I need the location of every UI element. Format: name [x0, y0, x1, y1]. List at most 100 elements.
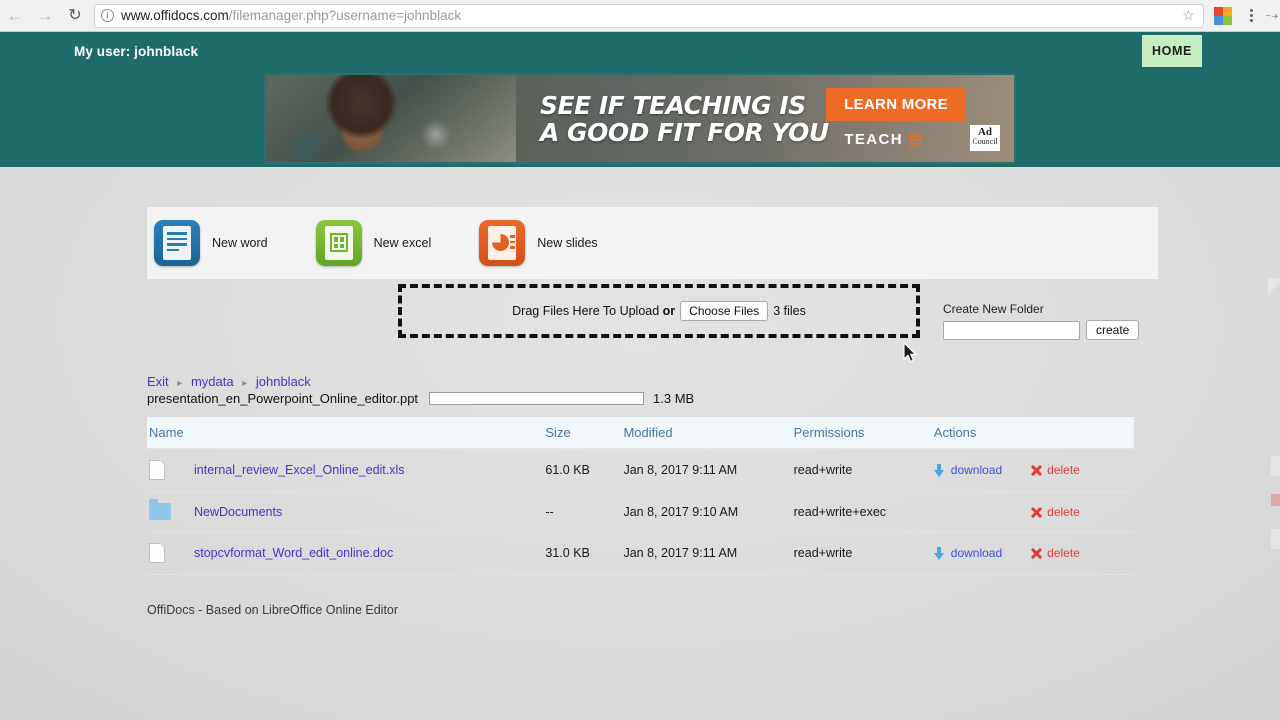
file-permissions-cell: read+write: [793, 531, 934, 575]
home-button[interactable]: HOME: [1142, 35, 1202, 67]
column-header-actions: Actions: [933, 417, 1134, 449]
create-folder-button[interactable]: create: [1086, 320, 1140, 340]
delete-icon: [1030, 506, 1043, 518]
table-row: stopcvformat_Word_edit_online.doc 31.0 K…: [147, 531, 1134, 575]
create-folder-label: Create New Folder: [943, 302, 1044, 316]
delete-action[interactable]: delete: [1030, 546, 1080, 560]
breadcrumb-item-johnblack[interactable]: johnblack: [256, 374, 311, 389]
current-user-label: My user: johnblack: [74, 43, 199, 59]
folder-name-input[interactable]: [943, 320, 1080, 340]
teach-brand-label: TEACH: [844, 131, 903, 148]
learn-more-button[interactable]: LEARN MORE: [826, 88, 966, 121]
breadcrumb-separator-icon: ▸: [177, 378, 183, 389]
footer-note: OffiDocs - Based on LibreOffice Online E…: [147, 603, 399, 617]
new-word-icon[interactable]: [154, 220, 200, 266]
new-word-label: New word: [212, 236, 268, 250]
reload-icon[interactable]: ↻: [60, 1, 90, 31]
url-path: /filemanager.php?username=johnblack: [228, 8, 462, 23]
column-header-name[interactable]: Name: [147, 417, 546, 449]
breadcrumb-separator-icon: ▸: [242, 378, 248, 389]
file-name-cell: stopcvformat_Word_edit_online.doc: [147, 531, 546, 575]
download-action[interactable]: download: [933, 463, 1003, 477]
download-icon: [933, 463, 944, 477]
window-controls-icon[interactable]: ⤍: [1266, 8, 1278, 23]
file-size-cell: 61.0 KB: [545, 448, 624, 492]
delete-action[interactable]: delete: [1030, 505, 1080, 519]
upload-prompt: Drag Files Here To Upload or: [512, 304, 675, 318]
url-host: www.offidocs.com: [121, 8, 229, 23]
file-actions-cell: download delete: [933, 448, 1134, 492]
new-slides-label: New slides: [537, 236, 598, 250]
create-folder-row: create: [943, 320, 1140, 340]
mouse-cursor: [903, 342, 917, 362]
site-header: My user: johnblack HOME: [0, 32, 1280, 70]
delete-icon: [1030, 464, 1043, 477]
new-document-panel: New word New excel New slides: [147, 207, 1158, 279]
upload-dropzone[interactable]: Drag Files Here To Upload or Choose File…: [398, 284, 920, 338]
file-table: Name Size Modified Permissions Actions i…: [147, 417, 1134, 575]
folder-name-link[interactable]: NewDocuments: [194, 505, 282, 519]
breadcrumb-item-exit[interactable]: Exit: [147, 374, 169, 389]
file-name-link[interactable]: internal_review_Excel_Online_edit.xls: [194, 463, 405, 477]
new-slides-item[interactable]: New slides: [479, 220, 598, 266]
new-word-item[interactable]: New word: [154, 220, 268, 266]
table-row: NewDocuments -- Jan 8, 2017 9:10 AM read…: [147, 491, 1134, 532]
file-name-link[interactable]: stopcvformat_Word_edit_online.doc: [194, 546, 393, 560]
selected-file-count: 3 files: [773, 304, 806, 318]
choose-files-button[interactable]: Choose Files: [680, 301, 769, 321]
file-actions-cell: download delete: [933, 531, 1134, 575]
new-excel-label: New excel: [373, 236, 432, 250]
teach-dots-icon: [910, 133, 922, 146]
forward-arrow-icon[interactable]: →: [30, 1, 60, 31]
file-actions-cell: download delete: [933, 491, 1134, 532]
bookmark-star-icon[interactable]: ☆: [1182, 7, 1197, 24]
ad-council-small: Ad: [977, 126, 993, 138]
ad-headline-line-1: SEE IF TEACHING IS: [540, 90, 806, 120]
upload-progress-filename: presentation_en_Powerpoint_Online_editor…: [147, 391, 419, 406]
create-folder-block: Create New Folder create: [943, 302, 1140, 340]
delete-action[interactable]: delete: [1030, 463, 1080, 477]
file-modified-cell: Jan 8, 2017 9:11 AM: [623, 448, 794, 492]
back-arrow-icon[interactable]: ←: [0, 1, 30, 31]
ad-photo: [266, 75, 516, 162]
column-header-permissions[interactable]: Permissions: [793, 417, 934, 449]
download-label: download: [950, 546, 1003, 560]
ad-banner[interactable]: SEE IF TEACHING IS A GOOD FIT FOR YOU LE…: [264, 73, 1016, 164]
table-row: internal_review_Excel_Online_edit.xls 61…: [147, 448, 1134, 492]
ad-headline-line-2: A GOOD FIT FOR YOU: [540, 117, 829, 147]
ad-council-big: Council: [972, 137, 998, 146]
column-header-size[interactable]: Size: [545, 417, 624, 449]
new-excel-item[interactable]: New excel: [315, 220, 432, 266]
file-permissions-cell: read+write+exec: [793, 491, 934, 532]
site-info-icon[interactable]: i: [101, 9, 114, 22]
overflow-ghost: [1270, 456, 1280, 476]
page-viewport: My user: johnblack HOME SEE IF TEACHING …: [0, 32, 1280, 720]
download-label: download: [950, 463, 1003, 477]
column-header-modified[interactable]: Modified: [623, 417, 794, 449]
new-excel-icon[interactable]: [315, 220, 362, 266]
ad-banner-strip: SEE IF TEACHING IS A GOOD FIT FOR YOU LE…: [0, 70, 1280, 167]
address-bar[interactable]: i www.offidocs.com/filemanager.php?usern…: [94, 3, 1204, 28]
breadcrumb-item-mydata[interactable]: mydata: [191, 374, 234, 389]
download-action[interactable]: download: [933, 546, 1003, 560]
folder-icon: [149, 499, 171, 520]
teach-brand: TEACH: [844, 131, 922, 148]
overflow-ghost: [1270, 529, 1280, 549]
overflow-ghost: [1268, 278, 1280, 300]
upload-prompt-text: Drag Files Here To Upload: [512, 304, 660, 318]
file-icon: [149, 460, 165, 480]
file-permissions-cell: read+write: [793, 448, 934, 492]
file-size-cell: 31.0 KB: [545, 531, 624, 575]
download-icon: [933, 546, 944, 560]
file-modified-cell: Jan 8, 2017 9:11 AM: [623, 531, 794, 575]
delete-label: delete: [1047, 463, 1080, 477]
upload-progress-size: 1.3 MB: [653, 391, 695, 406]
three-dot-menu-icon[interactable]: [1242, 9, 1262, 22]
upload-progress-row: presentation_en_Powerpoint_Online_editor…: [147, 391, 694, 406]
extension-icon[interactable]: [1213, 6, 1232, 25]
upload-progress-bar: [429, 392, 645, 405]
new-slides-icon[interactable]: [479, 220, 526, 266]
upload-or-label: or: [662, 304, 676, 318]
file-name-cell: NewDocuments: [147, 491, 546, 532]
browser-toolbar: ← → ↻ i www.offidocs.com/filemanager.php…: [0, 0, 1280, 32]
